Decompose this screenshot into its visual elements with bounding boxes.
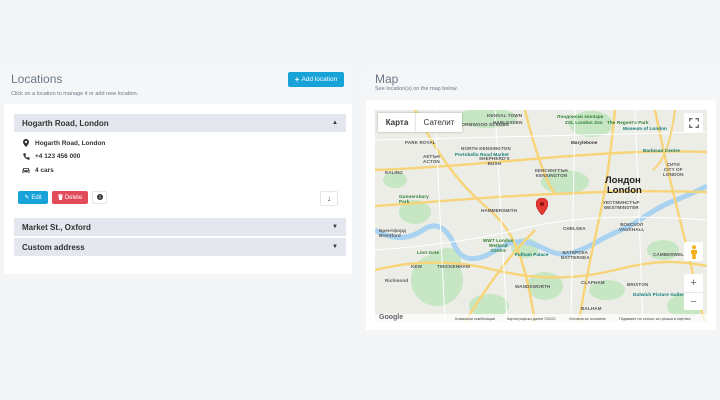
map-marker-icon xyxy=(22,139,30,147)
map-label: HAMMERSMITH xyxy=(481,208,518,213)
report-error-link[interactable]: Подаване на сигнал за грешка в картата xyxy=(619,317,691,321)
map-type-map-button[interactable]: Карта xyxy=(378,113,416,132)
map-label: УЕСТМИНСТЪР WESTMINSTER xyxy=(603,200,640,210)
map-label: WANDSWORTH xyxy=(515,284,551,289)
map-pin-icon[interactable] xyxy=(535,197,549,216)
map-label: BALHAM xyxy=(581,306,602,311)
map-label: NORTH KENSINGTON xyxy=(461,146,511,151)
edit-label: Edit xyxy=(31,194,42,201)
delete-label: Delete xyxy=(64,194,83,201)
map-label: Lion Gate xyxy=(417,250,440,255)
map-label: Barbican Centre xyxy=(643,148,680,153)
car-icon xyxy=(22,167,30,174)
map-label: Richmond xyxy=(385,278,409,283)
location-phone: +4 123 456 000 xyxy=(22,153,80,160)
location-item-custom[interactable]: Custom address ▼ xyxy=(14,238,346,256)
map-label: Брентфорд Brentford xyxy=(379,228,406,238)
keyboard-shortcuts-link[interactable]: Клавишни комбинации xyxy=(455,317,495,321)
street-view-pegman-icon[interactable] xyxy=(684,242,703,261)
add-location-button[interactable]: + Add location xyxy=(288,72,344,87)
map-label: Dulwich Picture Gallery xyxy=(633,292,687,297)
delete-button[interactable]: Delete xyxy=(52,191,88,204)
map-label: CAMBERWELL xyxy=(653,252,688,257)
map-label: Gunnersbury Park xyxy=(399,194,429,204)
chevron-down-icon[interactable]: ▼ xyxy=(332,224,338,230)
locations-subtitle: Click on a location to manage it or add … xyxy=(11,91,139,97)
zoom-out-button[interactable]: − xyxy=(684,292,703,310)
location-item-label: Market St., Oxford xyxy=(22,222,91,232)
map-label: Fulham Palace xyxy=(515,252,549,257)
map-subtitle: See location(s) on the map below. xyxy=(375,86,458,92)
map-label: CLAPHAM xyxy=(581,280,605,285)
zoom-in-button[interactable]: + xyxy=(684,274,703,292)
locations-title: Locations xyxy=(11,72,63,86)
chevron-up-icon[interactable]: ▲ xyxy=(332,120,338,126)
terms-link[interactable]: Условия за ползване xyxy=(569,317,606,321)
minus-icon: − xyxy=(690,295,697,308)
location-item-label: Hogarth Road, London xyxy=(22,118,109,128)
map-view[interactable]: KENSAL TOWN WORMWOOD SCRUBS HARLESDEN Ло… xyxy=(375,110,707,322)
location-cars: 4 cars xyxy=(22,167,54,174)
move-down-button[interactable]: ↓ xyxy=(320,191,338,206)
map-label: АКТЪН ACTON xyxy=(423,154,440,164)
map-label: Museum of London xyxy=(623,126,667,131)
map-city-label: London xyxy=(607,185,642,196)
google-logo: Google xyxy=(379,314,404,321)
edit-button[interactable]: ✎ Edit xyxy=(18,191,48,204)
map-label: EALING xyxy=(385,170,403,175)
fullscreen-icon[interactable] xyxy=(684,113,703,132)
info-button[interactable] xyxy=(92,191,107,204)
location-address: Hogarth Road, London xyxy=(22,139,105,147)
map-header: Map See location(s) on the map below. xyxy=(366,66,716,100)
add-location-label: Add location xyxy=(301,76,338,83)
info-icon xyxy=(96,193,103,202)
map-label: The Regent's Park xyxy=(607,120,649,125)
map-label: KEW xyxy=(411,264,423,269)
location-item-market[interactable]: Market St., Oxford ▼ xyxy=(14,218,346,236)
map-title: Map xyxy=(375,72,399,86)
trash-icon xyxy=(57,193,63,202)
map-label: HARLESDEN xyxy=(493,120,523,125)
locations-panel: Locations Click on a location to manage … xyxy=(4,66,352,274)
location-item-label: Custom address xyxy=(22,242,85,252)
map-label: ZSL London Zoo xyxy=(565,120,603,125)
chevron-down-icon[interactable]: ▼ xyxy=(332,244,338,250)
map-label: КЕНСИНГТЪН KENSINGTON xyxy=(535,168,568,178)
map-data-attribution: Картографски данни ©2022 xyxy=(507,317,556,321)
map-label: Лондонски зоопарк xyxy=(557,114,604,119)
map-type-satellite-button[interactable]: Сателит xyxy=(416,113,462,132)
map-label: SHEPHERD'S BUSH xyxy=(479,156,510,166)
map-label: BRIXTON xyxy=(627,282,649,287)
map-label: Marylebone xyxy=(571,140,598,145)
map-label: СИТИ CITY OF LONDON xyxy=(663,162,684,177)
map-label: CHELSEA xyxy=(563,226,586,231)
map-label: WWT London Wetland Centre xyxy=(483,238,514,253)
map-label: ВОКСХОЛ VAUXHALL xyxy=(619,222,645,232)
map-label: БАТЕРСЕА BATTERSEA xyxy=(561,250,590,260)
plus-icon: + xyxy=(294,75,300,84)
locations-header: Locations Click on a location to manage … xyxy=(4,66,352,104)
map-label: PARK ROYAL xyxy=(405,140,436,145)
arrow-down-icon: ↓ xyxy=(327,194,331,203)
map-label: TWICKENHAM xyxy=(437,264,470,269)
phone-icon xyxy=(22,153,30,160)
map-label: KENSAL TOWN xyxy=(487,113,523,118)
pencil-icon: ✎ xyxy=(24,195,30,201)
location-item-hogarth[interactable]: Hogarth Road, London ▲ xyxy=(14,114,346,132)
plus-icon: + xyxy=(690,277,697,289)
